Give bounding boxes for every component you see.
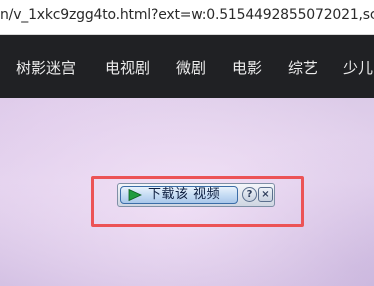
nav-item-variety[interactable]: 综艺 [288,57,318,78]
nav-item-tv[interactable]: 电视剧 [105,57,150,78]
nav-item-kids[interactable]: 少儿 [343,57,373,78]
url-text[interactable]: n/v_1xkc9zgg4to.html?ext=w:0.51544928550… [0,7,374,23]
download-video-label: 下载该 视频 [148,187,221,202]
download-toolbar: 下载该 视频 ? × [117,183,275,207]
address-bar[interactable]: n/v_1xkc9zgg4to.html?ext=w:0.51544928550… [0,0,374,35]
play-triangle-icon [128,189,142,201]
download-video-button[interactable]: 下载该 视频 [120,186,238,204]
nav-item-movie[interactable]: 电影 [232,57,262,78]
help-button[interactable]: ? [242,187,257,202]
close-button[interactable]: × [258,187,273,202]
nav-item-maze[interactable]: 树影迷宫 [16,57,76,78]
site-nav: 树影迷宫 电视剧 微剧 电影 综艺 少儿 [0,35,374,98]
nav-item-micro-drama[interactable]: 微剧 [176,57,206,78]
